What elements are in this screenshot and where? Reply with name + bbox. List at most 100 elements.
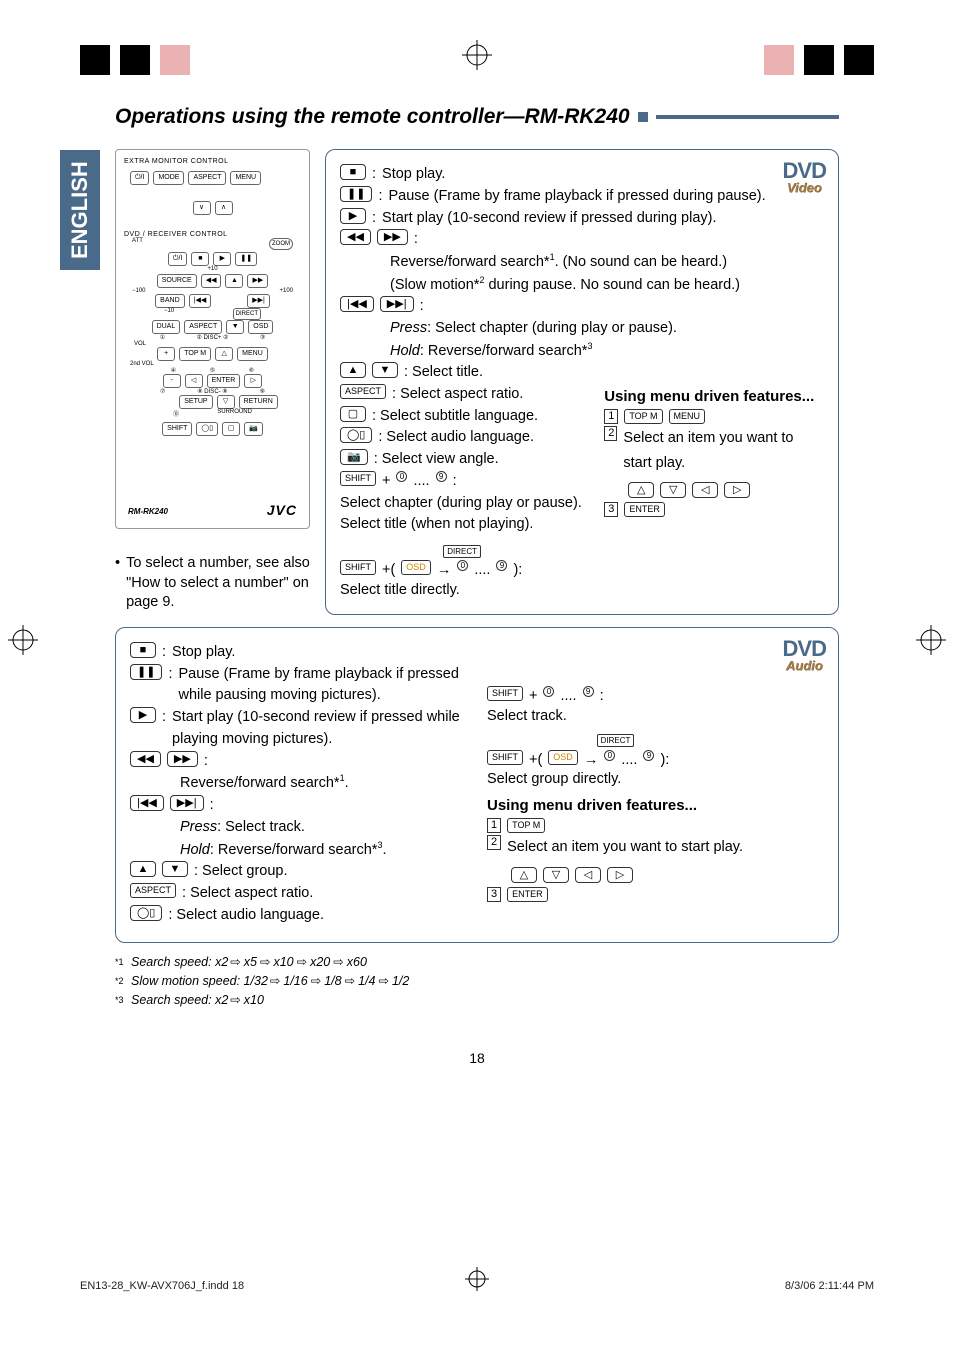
label-att: ATT: [132, 238, 143, 250]
audio-prevnext: |◀◀ ▶▶| :: [130, 795, 467, 817]
subtitle-icon: ▢: [340, 406, 366, 422]
rbtn-stop: ■: [191, 252, 209, 266]
rbtn-up: ∧: [215, 201, 233, 215]
content: Operations using the remote controller—R…: [115, 105, 839, 1066]
audio-aspect-desc: : Select aspect ratio.: [182, 883, 313, 905]
rbtn-source: SOURCE: [157, 274, 197, 288]
num-0: 0: [396, 471, 407, 482]
audio-hold: Hold: Reverse/forward search*3.: [180, 839, 467, 862]
step-2-num: 2: [604, 426, 617, 441]
aspect-button-2: ASPECT: [130, 883, 176, 898]
audio-rwff: ◀◀ ▶▶ :: [130, 751, 467, 773]
audio-desc: : Select audio language.: [378, 427, 534, 449]
updown-desc: : Select title.: [404, 362, 483, 384]
up-icon-2: ▲: [130, 861, 156, 877]
audio-stop: ■ : Stop play.: [130, 642, 467, 664]
format-badge-video: DVD Video: [783, 158, 826, 195]
registration-mark-left: [8, 625, 38, 660]
rbtn-angle: 📷: [244, 422, 263, 436]
arrow-right-icon: ▷: [724, 482, 750, 498]
num-9b: 9: [496, 560, 507, 571]
video-audio: ◯▯ : Select audio language.: [340, 427, 584, 449]
label-plus10: +10: [124, 266, 301, 272]
page-heading: Operations using the remote controller—R…: [115, 105, 839, 129]
shift-button-2: SHIFT: [340, 560, 376, 575]
video-play: ▶ : Start play (10-second review if pres…: [340, 208, 824, 230]
rbtn-dual: DUAL: [152, 320, 181, 334]
heading-accent-square: [638, 112, 648, 122]
rbtn-direct: DIRECT: [233, 308, 261, 320]
rbtn-prev: |◀◀: [189, 294, 212, 308]
prev-icon-2: |◀◀: [130, 795, 164, 811]
rbtn-down2: ▼: [226, 320, 244, 334]
angle-icon: 📷: [340, 449, 368, 465]
rbtn-pwr2: ⏻/I: [168, 252, 187, 266]
rbtn-menu2: MENU: [237, 347, 268, 361]
aspect-desc: : Select aspect ratio.: [392, 384, 523, 406]
rbtn-menu: MENU: [230, 171, 261, 185]
label-surround: SURROUND: [217, 409, 252, 418]
play-icon-2: ▶: [130, 707, 156, 723]
video-step-1: 1 TOP M MENU: [604, 409, 824, 424]
remote-note: •To select a number, see also "How to se…: [115, 554, 310, 613]
osd-button-2: OSD: [548, 750, 578, 765]
footnote-2: *2 Slow motion speed: 1/32 ⇨1/16 ⇨1/8 ⇨1…: [115, 972, 839, 991]
arrow-right-icon-2: ▷: [607, 867, 633, 883]
aspect-button: ASPECT: [340, 384, 386, 399]
crop-marks: [0, 20, 954, 60]
rbtn-power: ⏻/I: [130, 171, 149, 185]
rbtn-topm: TOP M: [179, 347, 211, 361]
stop-desc: Stop play.: [382, 164, 824, 186]
video-stop: ■ : Stop play.: [340, 164, 824, 186]
rewind-icon-2: ◀◀: [130, 751, 161, 767]
remote-column: EXTRA MONITOR CONTROL ⏻/I MODE ASPECT ME…: [115, 149, 310, 615]
registration-mark-top: [462, 40, 492, 75]
remote-diagram: EXTRA MONITOR CONTROL ⏻/I MODE ASPECT ME…: [115, 149, 310, 529]
footer-filename: EN13-28_KW-AVX706J_f.indd 18: [80, 1280, 244, 1292]
language-tab: ENGLISH: [60, 150, 100, 270]
rbtn-pause: ❚❚: [235, 252, 257, 266]
pause-desc: Pause (Frame by frame playback if presse…: [388, 186, 824, 208]
audio-stop-desc: Stop play.: [172, 642, 467, 664]
prevnext-hold: Hold: Reverse/forward search*3: [390, 340, 824, 363]
audio-aspect: ASPECT : Select aspect ratio.: [130, 883, 467, 905]
rbtn-osd: OSD: [248, 320, 273, 334]
step-1-num: 1: [604, 409, 618, 424]
rbtn-setup: SETUP: [179, 395, 212, 409]
num-9d: 9: [643, 750, 654, 761]
angle-desc: : Select view angle.: [374, 449, 499, 471]
rbtn-return: RETURN: [239, 395, 278, 409]
registration-mark-bottom: [465, 1267, 489, 1296]
circ4: ④: [171, 367, 176, 374]
dvd-video-panel: DVD Video ■ : Stop play. ❚❚ : Pause (Fra…: [325, 149, 839, 615]
direct-button-top-2: DIRECT: [597, 734, 635, 747]
footnote-1: *1 Search speed: x2 ⇨x5 ⇨x10 ⇨x20 ⇨x60: [115, 953, 839, 972]
audio-pause: ❚❚ : Pause (Frame by frame playback if p…: [130, 664, 467, 708]
registration-mark-right: [916, 625, 946, 660]
rbtn-shift: SHIFT: [162, 422, 192, 436]
video-aspect: ASPECT : Select aspect ratio.: [340, 384, 584, 406]
audio-icon: ◯▯: [340, 427, 372, 443]
audio-direct: SHIFT+( OSD → 0....9 ):: [487, 750, 824, 772]
heading-accent-line: [656, 115, 839, 119]
audio-step2-text: Select an item you want to start play.: [507, 835, 743, 860]
circ7: ⑦: [160, 388, 165, 395]
num-9: 9: [436, 471, 447, 482]
audio-updown: ▲ ▼ : Select group.: [130, 861, 467, 883]
shift-button-3: SHIFT: [487, 686, 523, 701]
play-icon: ▶: [340, 208, 366, 224]
format-video: Video: [783, 180, 826, 195]
shift09-l2: Select title (when not playing).: [340, 514, 584, 536]
prevnext-press: Press: Select chapter (during play or pa…: [390, 318, 824, 340]
label-p100: +100: [279, 288, 293, 294]
rewind-icon: ◀◀: [340, 229, 371, 245]
step-3-num-2: 3: [487, 887, 501, 902]
enter-button: ENTER: [624, 502, 665, 517]
rbtn-aspect2: ASPECT: [184, 320, 222, 334]
rbtn-enter: ENTER: [207, 374, 241, 388]
rwff-desc2: (Slow motion*2 during pause. No sound ca…: [390, 274, 824, 297]
label-m100: −100: [132, 288, 146, 294]
pause-icon-2: ❚❚: [130, 664, 162, 680]
video-step-3: 3 ENTER: [604, 502, 824, 517]
video-step-2: 2 Select an item you want to start play.: [604, 426, 824, 475]
